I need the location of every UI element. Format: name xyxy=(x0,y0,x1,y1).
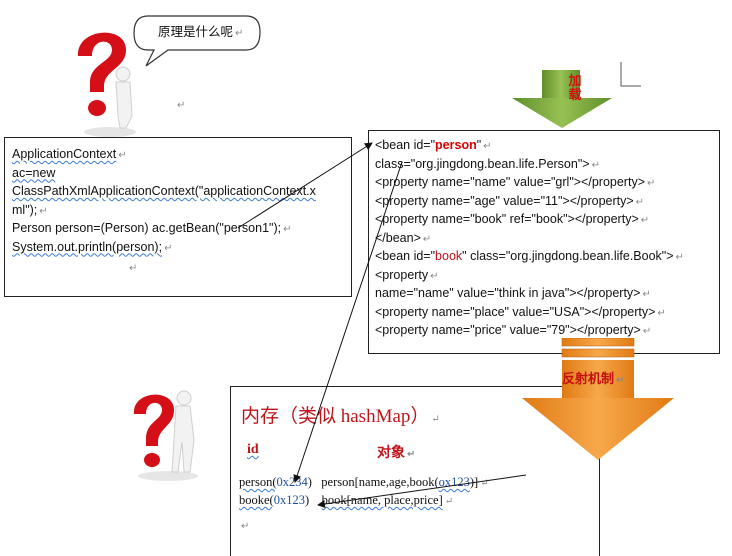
arrow-ref-to-book xyxy=(317,474,527,508)
arrow-getbean-to-xml xyxy=(237,142,373,229)
connector-arrows xyxy=(237,142,527,508)
arrow-xml-to-memory xyxy=(293,161,403,483)
